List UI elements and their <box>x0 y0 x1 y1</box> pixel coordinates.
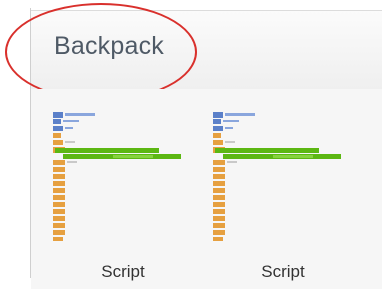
highlight-circle <box>5 3 197 101</box>
script-thumbnail <box>53 112 181 241</box>
backpack-item-label: Script <box>101 262 145 281</box>
script-thumbnail <box>213 112 341 241</box>
backpack-item-label: Script <box>261 262 305 281</box>
backpack-item-script-2[interactable]: Script <box>213 104 353 294</box>
backpack-content: Script Script <box>31 89 382 289</box>
backpack-item-script-1[interactable]: Script <box>53 104 193 294</box>
